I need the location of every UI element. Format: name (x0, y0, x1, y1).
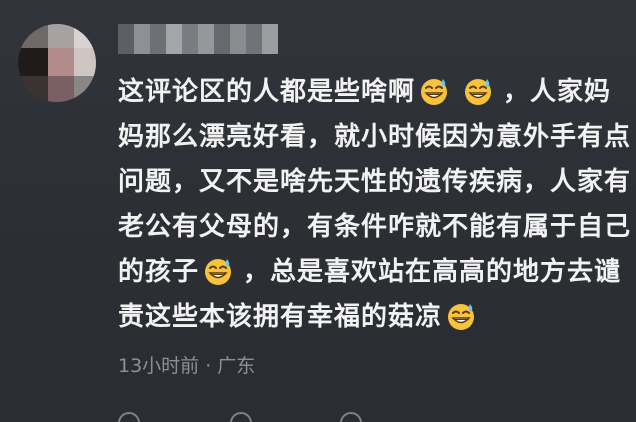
comment-meta: 13小时前 · 广东 (118, 355, 256, 377)
comment-text-segment: 这评论区的人都是些啥啊 (118, 77, 416, 107)
comment-text-segment: 问题，又不是啥先天性的遗传疾病，人家有 (118, 167, 632, 197)
comment-text-segment: 妈那么漂亮好看，就小时候因为意外手有点 (118, 122, 632, 152)
grinning-sweat-emoji (463, 76, 493, 106)
grinning-sweat-emoji (203, 256, 233, 286)
comment-text-segment: ，总是喜欢站在高高的地方去谴 (243, 257, 622, 287)
comment-line: 问题，又不是啥先天性的遗传疾病，人家有 (118, 160, 630, 205)
username-blurred[interactable] (118, 24, 278, 54)
comment-text-segment: ，人家妈 (503, 77, 612, 107)
grinning-sweat-emoji (419, 76, 449, 106)
comment-line: 这评论区的人都是些啥啊 ，人家妈 (118, 70, 624, 115)
comment-line: 老公有父母的，有条件咋就不能有属于自己 (118, 205, 630, 250)
avatar[interactable] (18, 24, 96, 102)
comment-text-segment: 的孩子 (118, 257, 200, 287)
comment-line: 妈那么漂亮好看，就小时候因为意外手有点 (118, 115, 630, 160)
action-bar (118, 406, 478, 422)
share-icon[interactable] (230, 412, 252, 422)
comment-text-segment: 老公有父母的，有条件咋就不能有属于自己 (118, 212, 632, 242)
comment-line: 的孩子 ，总是喜欢站在高高的地方去谴 (118, 250, 624, 295)
grinning-sweat-emoji (446, 301, 476, 331)
reply-icon[interactable] (118, 412, 140, 422)
comment-card: 这评论区的人都是些啥啊 ，人家妈妈那么漂亮好看，就小时候因为意外手有点 问题，又不是… (0, 0, 636, 422)
like-icon[interactable] (340, 412, 362, 422)
comment-line: 责这些本该拥有幸福的菇凉 (118, 295, 624, 340)
comment-text-segment: 责这些本该拥有幸福的菇凉 (118, 302, 443, 332)
comment-text: 这评论区的人都是些啥啊 ，人家妈妈那么漂亮好看，就小时候因为意外手有点 问题，又不是… (118, 70, 630, 340)
